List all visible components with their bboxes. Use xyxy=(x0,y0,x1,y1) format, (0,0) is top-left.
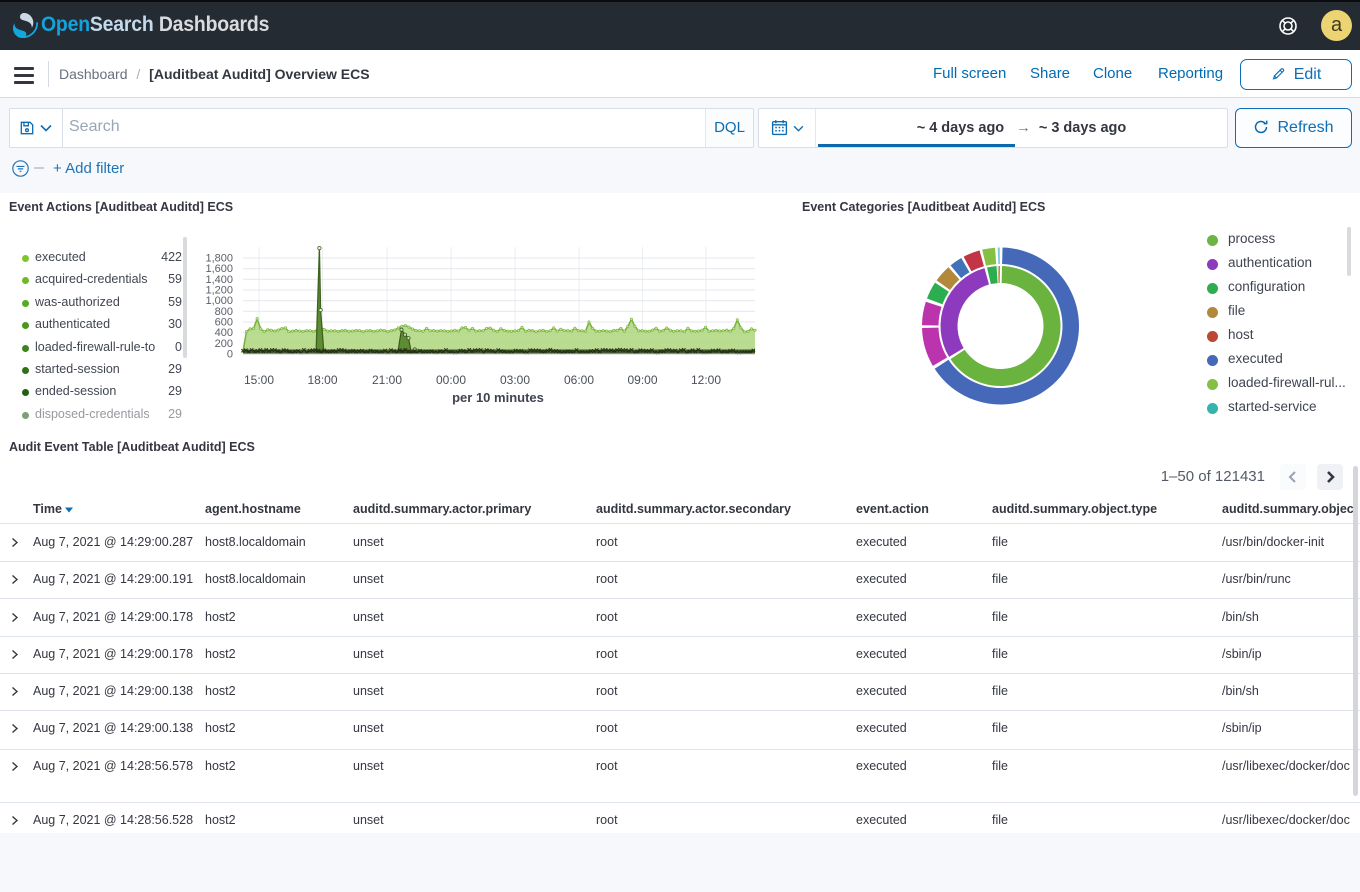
svg-text:1,200: 1,200 xyxy=(205,285,233,297)
svg-text:0: 0 xyxy=(227,349,233,361)
svg-text:1,600: 1,600 xyxy=(205,263,233,275)
svg-text:21:00: 21:00 xyxy=(372,373,402,387)
svg-text:1,000: 1,000 xyxy=(205,295,233,307)
svg-text:400: 400 xyxy=(215,327,233,339)
svg-text:600: 600 xyxy=(215,317,233,329)
svg-text:per 10 minutes: per 10 minutes xyxy=(452,390,544,405)
svg-text:200: 200 xyxy=(215,338,233,350)
svg-text:800: 800 xyxy=(215,306,233,318)
svg-text:18:00: 18:00 xyxy=(307,373,337,387)
svg-text:06:00: 06:00 xyxy=(564,373,594,387)
svg-text:15:00: 15:00 xyxy=(244,373,274,387)
svg-text:12:00: 12:00 xyxy=(691,373,721,387)
svg-text:1,800: 1,800 xyxy=(205,253,233,265)
svg-text:09:00: 09:00 xyxy=(627,373,657,387)
svg-text:1,400: 1,400 xyxy=(205,274,233,286)
svg-text:00:00: 00:00 xyxy=(436,373,466,387)
svg-text:03:00: 03:00 xyxy=(500,373,530,387)
